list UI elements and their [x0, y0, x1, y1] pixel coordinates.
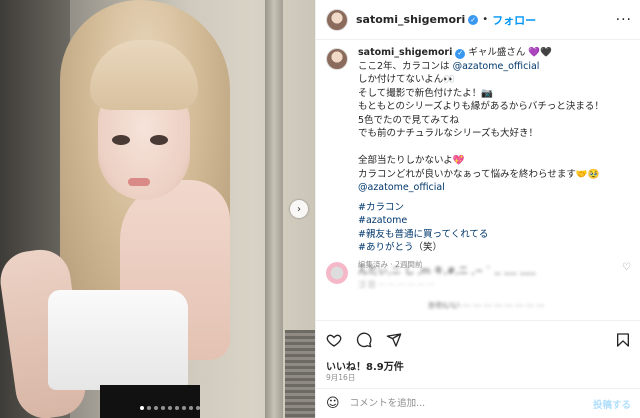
emoji-icon[interactable]: ☺	[326, 396, 340, 411]
caption: satomi_shigemori ✓ ギャル盛さん 💜🖤 ここ2年、カラコンは @…	[316, 44, 640, 271]
header-separator: •	[482, 14, 489, 25]
action-bar	[316, 320, 640, 358]
carousel-dot	[140, 406, 144, 410]
caption-line: ここ2年、カラコンは	[358, 60, 453, 72]
carousel-dot	[175, 406, 179, 410]
comment-item: んたぃ,ニ し ,m キ,#,ニ ,~ ` ,, ,,,, ,,,,, ゴ 日 …	[326, 262, 631, 290]
photo-eye-right	[150, 135, 168, 145]
share-icon[interactable]	[386, 332, 402, 348]
post-comment-button[interactable]: 投稿する	[593, 397, 631, 411]
caption-line: カラコンどれが良いかなぁって悩みを終わらせます🤝🥹	[358, 168, 600, 180]
heart-icon[interactable]	[326, 332, 342, 348]
verified-badge-icon: ✓	[455, 48, 466, 59]
post-sidebar: satomi_shigemori ✓ • フォロー ··· satomi_shi…	[315, 0, 640, 418]
header-username[interactable]: satomi_shigemori	[356, 13, 465, 26]
photo-pipe	[265, 0, 283, 418]
likes-count[interactable]: いいね！8.9万件	[326, 358, 404, 373]
blurred-comment-text: かわいい ⋯ ⋯ ⋯ ⋯ ⋯ ⋯ ⋯ ⋯	[428, 301, 545, 310]
comment-composer: ☺ 投稿する	[316, 388, 640, 418]
hashtag-link[interactable]: #azatome	[358, 214, 604, 228]
blurred-comment-meta: ゴ 日 ⋯ ⋯ ⋯ ⋯ ⋯ ⋯	[358, 280, 435, 289]
comment-item: かわいい ⋯ ⋯ ⋯ ⋯ ⋯ ⋯ ⋯ ⋯	[326, 300, 631, 311]
hashtag-link[interactable]: #カラコン	[358, 201, 604, 215]
photo-black-bottom	[100, 385, 200, 418]
caption-line: でも前のナチュラルなシリーズも大好き！	[358, 128, 539, 139]
post-modal: › satomi_shigemori ✓ • フォロー ··· satomi_s…	[0, 0, 640, 418]
bookmark-icon[interactable]	[615, 332, 631, 348]
mention-link[interactable]: @azatome_official	[358, 181, 604, 195]
chevron-right-icon[interactable]: ›	[290, 200, 308, 218]
caption-line: 5色でたので見てみてね	[358, 114, 460, 126]
caption-avatar[interactable]	[326, 48, 348, 70]
caption-line: 全部当たりしかないよ💖	[358, 155, 465, 166]
photo-eye-left	[112, 135, 130, 145]
verified-badge-icon: ✓	[468, 14, 479, 25]
follow-button[interactable]: フォロー	[492, 12, 536, 28]
post-header: satomi_shigemori ✓ • フォロー ···	[316, 0, 640, 40]
comment-spacer	[326, 300, 348, 311]
caption-suffix: （笑）	[413, 242, 442, 253]
carousel-dot	[189, 406, 193, 410]
caption-line: そして撮影で新色付けたよ！📷	[358, 87, 494, 99]
caption-line: ギャル盛さん 💜🖤	[465, 47, 553, 58]
more-options-icon[interactable]: ···	[616, 12, 632, 28]
comment-icon[interactable]	[356, 332, 372, 348]
photo-white-top	[48, 290, 188, 390]
carousel-dot	[168, 406, 172, 410]
carousel-dot	[147, 406, 151, 410]
caption-line: しか付けてないよん👀	[358, 74, 456, 85]
carousel-dot	[154, 406, 158, 410]
carousel-dot	[182, 406, 186, 410]
mention-link[interactable]: @azatome_official	[453, 61, 540, 72]
comment-heart-icon[interactable]: ♡	[622, 262, 631, 290]
carousel-dot	[161, 406, 165, 410]
hashtag-link[interactable]: #親友も普通に買ってくれてる	[358, 228, 604, 242]
comment-input[interactable]	[349, 398, 593, 409]
post-date: 9月16日	[326, 373, 356, 382]
photo-vent	[285, 330, 315, 418]
carousel-dots	[140, 406, 200, 410]
photo-lips	[128, 178, 150, 186]
carousel-dot	[196, 406, 200, 410]
comment-avatar[interactable]	[326, 262, 348, 284]
caption-body: satomi_shigemori ✓ ギャル盛さん 💜🖤 ここ2年、カラコンは @…	[358, 46, 604, 271]
blurred-comment-text: んたぃ,ニ し ,m キ,#,ニ ,~ ` ,, ,,,, ,,,,,	[358, 266, 536, 277]
caption-line: もともとのシリーズよりも縁があるからバチっと決まる！	[358, 101, 604, 112]
caption-username[interactable]: satomi_shigemori	[358, 47, 452, 58]
post-photo[interactable]: ›	[0, 0, 315, 418]
avatar[interactable]	[326, 8, 348, 31]
hashtag-link[interactable]: #ありがとう	[358, 242, 413, 253]
